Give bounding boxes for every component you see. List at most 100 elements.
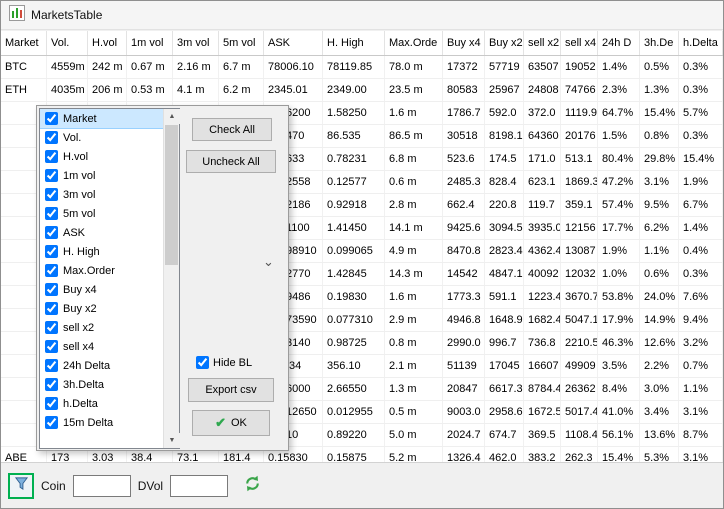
scrollbar-thumb[interactable] <box>165 125 178 265</box>
column-checkbox[interactable] <box>45 245 58 258</box>
column-header[interactable]: 3m vol <box>173 31 219 55</box>
table-cell: 5.0 m <box>385 424 443 446</box>
dvol-input[interactable] <box>170 475 228 497</box>
table-cell: 2.2% <box>640 355 679 377</box>
column-checkbox[interactable] <box>45 207 58 220</box>
column-header[interactable]: 3h.De <box>640 31 679 55</box>
column-checkbox[interactable] <box>45 131 58 144</box>
column-label: sell x2 <box>63 322 94 334</box>
column-label: 5m vol <box>63 208 95 220</box>
export-csv-button[interactable]: Export csv <box>188 378 274 402</box>
table-cell: 86.5 m <box>385 125 443 147</box>
table-row[interactable]: ETH4035m206 m0.53 m4.1 m6.2 m2345.012349… <box>1 79 723 102</box>
scroll-down-icon[interactable]: ▼ <box>164 433 180 448</box>
column-list-item[interactable]: Market <box>40 109 163 128</box>
table-cell: 4559m <box>47 56 88 78</box>
hide-bl-option[interactable]: Hide BL <box>196 356 252 369</box>
column-checkbox[interactable] <box>45 416 58 429</box>
uncheck-all-button[interactable]: Uncheck All <box>186 150 276 173</box>
column-list-item[interactable]: Vol. <box>40 128 163 147</box>
column-list-item[interactable]: ASK <box>40 223 163 242</box>
column-list-item[interactable]: sell x2 <box>40 318 163 337</box>
list-scrollbar[interactable]: ▲ ▼ <box>163 109 179 448</box>
table-cell: 828.4 <box>485 171 524 193</box>
column-list-item[interactable]: 3m vol <box>40 185 163 204</box>
coin-input[interactable] <box>73 475 131 497</box>
table-cell: 2349.00 <box>323 79 385 101</box>
column-list-item[interactable]: Max.Order <box>40 261 163 280</box>
column-list-item[interactable]: 3h.Delta <box>40 375 163 394</box>
column-checkbox[interactable] <box>45 169 58 182</box>
table-cell: 30518 <box>443 125 485 147</box>
column-header[interactable]: Buy x4 <box>443 31 485 55</box>
table-cell: 74766 <box>561 79 598 101</box>
column-header[interactable]: 24h D <box>598 31 640 55</box>
column-header[interactable]: h.Delta <box>679 31 723 55</box>
refresh-icon <box>243 474 262 498</box>
chevron-down-icon[interactable]: ⌄ <box>263 256 274 268</box>
table-cell: 2.1 m <box>385 355 443 377</box>
table-cell: 4362.4 <box>524 240 561 262</box>
column-header[interactable]: sell x4 <box>561 31 598 55</box>
column-header[interactable]: 5m vol <box>219 31 264 55</box>
column-checkbox[interactable] <box>45 264 58 277</box>
column-checkbox[interactable] <box>45 283 58 296</box>
column-list-item[interactable]: Buy x4 <box>40 280 163 299</box>
column-header[interactable]: ASK <box>264 31 323 55</box>
table-cell: 8784.4 <box>524 378 561 400</box>
column-list-item[interactable]: 1m vol <box>40 166 163 185</box>
column-checkbox[interactable] <box>45 302 58 315</box>
column-header[interactable]: 1m vol <box>127 31 173 55</box>
table-cell: 996.7 <box>485 332 524 354</box>
filter-button[interactable] <box>8 473 34 499</box>
check-all-button[interactable]: Check All <box>192 118 272 141</box>
table-cell: 5047.1 <box>561 309 598 331</box>
ok-button[interactable]: ✔ OK <box>192 410 270 436</box>
column-checkbox[interactable] <box>45 378 58 391</box>
column-list-item[interactable]: Buy x2 <box>40 299 163 318</box>
table-cell: 6.2% <box>640 217 679 239</box>
table-cell: 1.5% <box>598 125 640 147</box>
table-cell: 0.12577 <box>323 171 385 193</box>
column-list-item[interactable]: H.vol <box>40 147 163 166</box>
column-header[interactable]: Max.Orde <box>385 31 443 55</box>
table-cell: 12032 <box>561 263 598 285</box>
table-cell: 24.0% <box>640 286 679 308</box>
column-checkbox[interactable] <box>45 226 58 239</box>
column-checkbox[interactable] <box>45 321 58 334</box>
column-header[interactable]: H. High <box>323 31 385 55</box>
column-label: Buy x2 <box>63 303 97 315</box>
table-cell: 57.4% <box>598 194 640 216</box>
column-header[interactable]: H.vol <box>88 31 127 55</box>
column-checkbox[interactable] <box>45 112 58 125</box>
table-cell: 3.5% <box>598 355 640 377</box>
table-cell: 4035m <box>47 79 88 101</box>
column-list-item[interactable]: H. High <box>40 242 163 261</box>
column-header[interactable]: Market <box>1 31 47 55</box>
refresh-button[interactable] <box>239 473 265 499</box>
column-label: 1m vol <box>63 170 95 182</box>
scroll-up-icon[interactable]: ▲ <box>164 109 180 124</box>
table-cell: 6.7% <box>679 194 723 216</box>
column-checkbox[interactable] <box>45 340 58 353</box>
column-header[interactable]: Buy x2 <box>485 31 524 55</box>
column-list-item[interactable]: sell x4 <box>40 337 163 356</box>
table-cell: 7.6% <box>679 286 723 308</box>
hide-bl-checkbox[interactable] <box>196 356 209 369</box>
table-cell: 1648.9 <box>485 309 524 331</box>
column-header[interactable]: Vol. <box>47 31 88 55</box>
column-list-item[interactable]: 24h Delta <box>40 356 163 375</box>
table-cell: 513.1 <box>561 148 598 170</box>
column-list-item[interactable]: 5m vol <box>40 204 163 223</box>
column-list-item[interactable]: 15m Delta <box>40 413 163 432</box>
column-checkbox[interactable] <box>45 359 58 372</box>
column-checkbox[interactable] <box>45 397 58 410</box>
column-header[interactable]: sell x2 <box>524 31 561 55</box>
column-checkbox[interactable] <box>45 188 58 201</box>
column-list-item[interactable]: h.Delta <box>40 394 163 413</box>
column-checkbox[interactable] <box>45 150 58 163</box>
table-cell: 13087 <box>561 240 598 262</box>
table-cell: 78.0 m <box>385 56 443 78</box>
table-row[interactable]: BTC4559m242 m0.67 m2.16 m6.7 m78006.1078… <box>1 56 723 79</box>
table-cell: 14.1 m <box>385 217 443 239</box>
